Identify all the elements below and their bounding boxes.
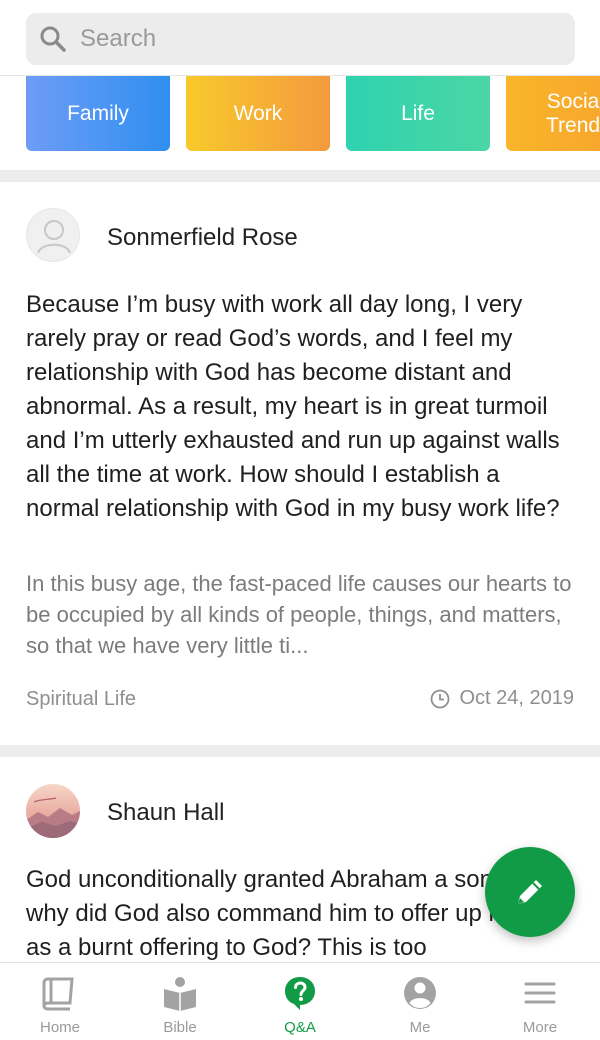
tab-bible[interactable]: Bible — [120, 963, 240, 1040]
category-family[interactable]: Family — [26, 76, 170, 151]
date-text: Oct 24, 2019 — [459, 687, 574, 709]
search-header: Search — [0, 0, 600, 76]
category-work[interactable]: Work — [186, 76, 330, 151]
tab-me[interactable]: Me — [360, 963, 480, 1040]
user-icon — [404, 977, 436, 1009]
tab-qa[interactable]: Q&A — [240, 963, 360, 1040]
pencil-icon — [518, 880, 542, 904]
user-placeholder-icon — [37, 220, 71, 254]
tab-home[interactable]: Home — [0, 963, 120, 1040]
post-date: Oct 24, 2019 — [429, 687, 574, 710]
reader-icon — [164, 977, 196, 1011]
avatar — [26, 784, 80, 838]
post-card[interactable]: Sonmerfield Rose Because I’m busy with w… — [0, 182, 600, 745]
tab-more[interactable]: More — [480, 963, 600, 1040]
question-text[interactable]: Because I’m busy with work all day long,… — [26, 288, 574, 526]
clock-icon — [431, 689, 450, 708]
search-placeholder: Search — [80, 25, 157, 52]
author-name: Shaun Hall — [107, 799, 225, 826]
tab-label: More — [522, 1019, 558, 1036]
tab-label: Bible — [163, 1019, 197, 1036]
question-icon — [285, 977, 315, 1010]
avatar-image — [26, 784, 80, 838]
category-strip: Family Work Life Socia Trend — [0, 76, 600, 170]
tab-label: Me — [409, 1019, 431, 1036]
avatar — [26, 208, 80, 262]
answer-excerpt[interactable]: In this busy age, the fast-paced life ca… — [26, 568, 574, 661]
post-tag[interactable]: Spiritual Life — [26, 688, 136, 711]
search-input[interactable]: Search — [26, 13, 575, 65]
bottom-tab-bar: Home Bible Q&A Me More — [0, 962, 600, 1040]
book-icon — [42, 977, 74, 1011]
search-icon — [40, 26, 66, 52]
section-divider — [0, 170, 600, 182]
menu-icon — [524, 982, 556, 1004]
category-life[interactable]: Life — [346, 76, 490, 151]
write-question-button[interactable] — [485, 847, 575, 937]
qa-screen: Search Family Work Life Socia Trend Sonm… — [0, 0, 600, 1040]
category-social-trend[interactable]: Socia Trend — [506, 76, 600, 151]
author-name: Sonmerfield Rose — [107, 224, 298, 251]
tab-label: Home — [39, 1019, 80, 1036]
section-divider — [0, 745, 600, 757]
tab-label: Q&A — [284, 1019, 316, 1036]
